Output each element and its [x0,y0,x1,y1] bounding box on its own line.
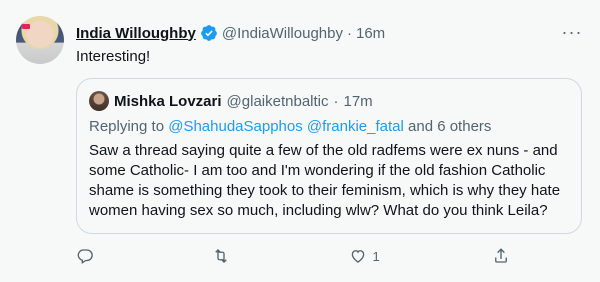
tweet-text: Interesting! [76,48,151,65]
heart-icon [351,250,364,263]
more-options-button[interactable]: ··· [560,22,584,42]
share-button[interactable] [492,247,516,265]
action-bar: 1 [76,246,516,266]
tweet-time[interactable]: 16m [356,25,385,42]
like-count: 1 [372,248,380,264]
verified-badge-icon [200,25,217,41]
retweet-icon [215,249,227,263]
quoted-tweet-text: Saw a thread saying quite a few of the o… [89,142,561,219]
tweet-header: India Willoughby @IndiaWilloughby · 16m [76,22,584,44]
quoted-tweet-header: Mishka Lovzari @glaiketnbaltic · 17m [89,91,373,111]
retweet-button[interactable] [212,247,236,265]
replying-users[interactable]: @ShahudaSapphos @frankie_fatal [168,118,404,135]
reply-icon [77,249,93,265]
reply-button[interactable] [76,247,100,265]
replying-prefix: Replying to [89,118,165,135]
replying-suffix: and 6 others [408,118,492,135]
quoted-author-avatar [89,91,109,111]
more-icon: ··· [561,21,583,42]
quoted-author-handle: @glaiketnbaltic [226,92,329,110]
replying-to-line: Replying to @ShahudaSapphos @frankie_fat… [89,117,491,137]
author-avatar[interactable] [16,16,64,64]
quoted-tweet[interactable]: Mishka Lovzari @glaiketnbaltic · 17m Rep… [76,78,582,234]
share-icon [495,248,507,263]
header-separator: · [346,24,352,42]
author-handle[interactable]: @IndiaWilloughby [222,25,343,42]
quoted-tweet-time: 17m [343,92,373,110]
quoted-header-separator: · [333,92,339,110]
quoted-author-name: Mishka Lovzari [114,92,222,110]
tweet-card[interactable]: India Willoughby @IndiaWilloughby · 16m … [0,0,600,282]
author-name[interactable]: India Willoughby [76,25,196,42]
like-button[interactable]: 1 [349,247,380,265]
avatar-badge [22,24,30,29]
